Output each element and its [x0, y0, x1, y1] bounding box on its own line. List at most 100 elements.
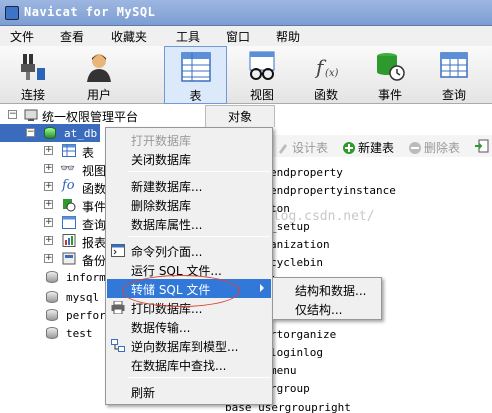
table-label: 表	[189, 89, 202, 103]
design-table-button[interactable]: 设计表	[277, 139, 328, 156]
import-icon[interactable]	[475, 139, 489, 153]
connection-label: 连接	[20, 88, 45, 102]
table-button[interactable]: 表	[164, 46, 227, 104]
add-icon	[343, 142, 355, 154]
tree-db-selected[interactable]: − at_db	[0, 124, 100, 142]
tree-item-label: 表	[82, 146, 95, 160]
table-list-item[interactable]: rgroup	[270, 382, 310, 395]
user-icon	[87, 54, 111, 82]
menu-item-label: 刷新	[131, 386, 156, 400]
tree-item-label: 备份	[82, 254, 107, 268]
expand-icon[interactable]: +	[44, 236, 53, 245]
tree-item-label: 报表	[82, 236, 107, 250]
function-label: 函数	[313, 88, 338, 102]
query-label: 查询	[441, 88, 466, 102]
tree-item-label: 查询	[82, 218, 107, 232]
menu-item-data-transfer[interactable]: 数据传输...	[107, 317, 271, 336]
connection-icon	[21, 54, 45, 80]
database-icon	[46, 271, 58, 283]
watermark-text: blog.csdn.net/	[265, 209, 375, 224]
model-icon	[111, 339, 125, 352]
annotation-ellipse	[122, 275, 240, 307]
menu-window[interactable]: 窗口	[226, 28, 250, 45]
new-table-button[interactable]: 新建表	[343, 139, 394, 156]
menu-file[interactable]: 文件	[10, 28, 34, 45]
menu-help[interactable]: 帮助	[276, 28, 300, 45]
menu-item-close-database[interactable]: 关闭数据库	[107, 149, 271, 168]
expand-icon[interactable]: +	[44, 146, 53, 155]
menu-item-delete-database[interactable]: 删除数据库	[107, 195, 271, 214]
svg-text:(x): (x)	[325, 68, 339, 79]
view-label: 视图	[249, 88, 274, 102]
menu-favorites[interactable]: 收藏夹	[111, 28, 147, 45]
menu-item-database-properties[interactable]: 数据库属性...	[107, 214, 271, 233]
expand-icon[interactable]: +	[44, 182, 53, 191]
tree-root[interactable]: − 统一权限管理平台	[0, 106, 205, 124]
main-toolbar: 连接 用户 表 视图 f (x) 函数 事件 查询	[0, 46, 492, 104]
user-button[interactable]: 用户	[70, 46, 128, 104]
tree-db-label: mysql	[66, 291, 100, 304]
report-node-icon	[62, 234, 76, 247]
menu-item-label: 数据库属性...	[131, 218, 203, 232]
table-list-item[interactable]: rtorganize	[270, 328, 336, 341]
menu-view[interactable]: 查看	[60, 28, 84, 45]
table-list-item[interactable]: cyclebin	[270, 256, 323, 269]
table-list-item[interactable]: endpropertyinstance	[270, 184, 396, 197]
menu-tools[interactable]: 工具	[176, 28, 200, 45]
menu-item-reverse-to-model[interactable]: 逆向数据库到模型...	[107, 336, 271, 355]
expand-icon[interactable]: +	[44, 200, 53, 209]
tab-objects[interactable]: 对象	[205, 105, 275, 127]
dump-submenu: 结构和数据... 仅结构...	[272, 277, 382, 320]
printer-icon	[111, 301, 125, 314]
expand-icon[interactable]: +	[44, 164, 53, 173]
console-icon	[111, 244, 125, 257]
submenu-arrow-icon	[260, 284, 264, 292]
menu-item-open-database[interactable]: 打开数据库	[107, 130, 271, 149]
delete-table-button[interactable]: 删除表	[409, 139, 460, 156]
function-icon: f (x)	[314, 55, 339, 79]
collapse-icon[interactable]: −	[8, 110, 17, 119]
event-button[interactable]: 事件	[361, 46, 419, 104]
table-list-item[interactable]: loginlog	[270, 346, 323, 359]
menu-item-new-database[interactable]: 新建数据库...	[107, 176, 271, 195]
menu-item-refresh[interactable]: 刷新	[107, 382, 271, 401]
menu-item-label: 删除数据库	[131, 199, 192, 213]
menu-separator	[128, 236, 270, 237]
tree-root-label: 统一权限管理平台	[42, 110, 139, 124]
table-icon	[180, 52, 211, 82]
table-node-icon	[62, 144, 76, 157]
tree-db-label: at_db	[64, 127, 98, 140]
menu-item-label: 打开数据库	[131, 134, 192, 148]
event-label: 事件	[377, 88, 402, 102]
context-menu: 打开数据库 关闭数据库 新建数据库... 删除数据库 数据库属性... 命令列介…	[105, 127, 273, 405]
database-icon	[46, 309, 58, 321]
backup-node-icon	[62, 252, 76, 265]
menu-separator	[128, 171, 270, 172]
menu-bar: 文件 查看 收藏夹 工具 窗口 帮助	[0, 26, 492, 46]
view-button[interactable]: 视图	[233, 46, 291, 104]
database-icon	[44, 127, 56, 139]
function-button[interactable]: f (x) 函数	[297, 46, 355, 104]
app-icon	[5, 6, 19, 20]
query-button[interactable]: 查询	[425, 46, 483, 104]
menu-item-label: 关闭数据库	[131, 153, 192, 167]
connection-button[interactable]: 连接	[4, 46, 62, 104]
menu-item-label: 逆向数据库到模型...	[131, 340, 239, 354]
expand-icon[interactable]: +	[44, 218, 53, 227]
event-node-icon	[63, 199, 76, 212]
submenu-item-structure-and-data[interactable]: 结构和数据...	[295, 282, 366, 299]
table-list-item[interactable]: endproperty	[270, 166, 343, 179]
expand-icon[interactable]: +	[44, 254, 53, 263]
menu-item-find-in-database[interactable]: 在数据库中查找...	[107, 355, 271, 374]
delete-icon	[409, 142, 421, 154]
submenu-item-structure-only[interactable]: 仅结构...	[295, 301, 342, 318]
tree-item-label: 视图	[82, 164, 107, 178]
menu-item-label: 数据传输...	[131, 321, 191, 335]
tree-item-label: 函数	[82, 182, 107, 196]
collapse-icon[interactable]: −	[26, 128, 35, 137]
query-icon	[440, 52, 468, 78]
table-list-item[interactable]: anization	[270, 238, 330, 251]
menu-item-console[interactable]: 命令列介面...	[107, 241, 271, 260]
tree-item-label: 事件	[82, 200, 107, 214]
table-list-item[interactable]: menu	[270, 364, 297, 377]
